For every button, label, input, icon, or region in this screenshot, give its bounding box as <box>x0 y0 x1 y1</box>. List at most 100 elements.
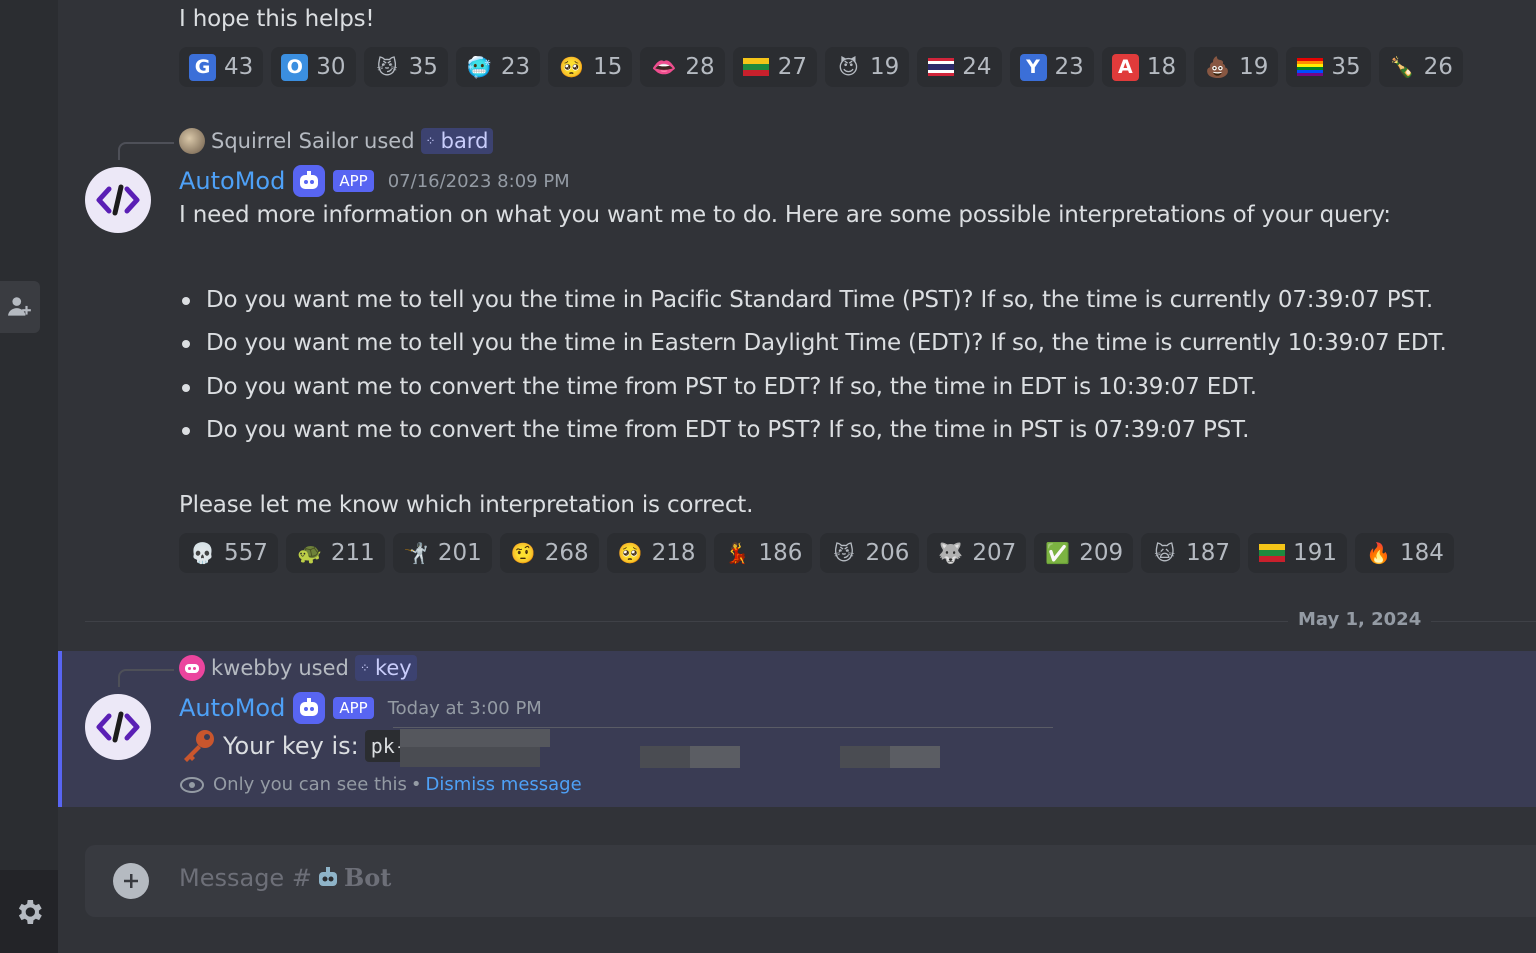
redacted-key-block <box>400 747 540 767</box>
reaction-button[interactable]: Y 23 <box>1009 47 1094 87</box>
reaction-count: 43 <box>224 54 254 80</box>
reaction-count: 218 <box>651 540 696 566</box>
reaction-emoji-icon: 🥺 <box>617 541 643 565</box>
reaction-emoji-icon: G <box>189 53 216 81</box>
reaction-button[interactable]: 😈 19 <box>824 47 910 87</box>
reaction-button[interactable]: 27 <box>732 47 817 87</box>
reaction-button[interactable]: 🙀 187 <box>1141 533 1241 573</box>
dismiss-message-link[interactable]: Dismiss message <box>426 774 582 795</box>
reaction-emoji-icon <box>1258 540 1285 567</box>
app-badge: APP <box>333 170 374 192</box>
code-brackets-icon <box>96 711 140 743</box>
reaction-emoji-icon: 🙀 <box>1154 541 1176 565</box>
reaction-count: 26 <box>1423 54 1453 80</box>
list-item: Do you want me to tell you the time in P… <box>179 280 1447 323</box>
slash-command-chip[interactable]: ⁘ bard <box>420 128 494 154</box>
reaction-button[interactable]: 👄 28 <box>640 47 725 87</box>
message-input[interactable] <box>177 859 1477 903</box>
reaction-emoji-icon: 😼 <box>833 541 855 565</box>
bot-icon <box>293 692 326 724</box>
reply-connector <box>118 669 174 687</box>
author-name[interactable]: AutoMod <box>179 167 285 195</box>
reaction-button[interactable]: 💀 557 <box>179 533 278 573</box>
chat-area: I hope this helps! G 43 O 30 😼 35 🥶 23 🥺 15 👄 28 27 😈… <box>58 0 1536 953</box>
reaction-count: 15 <box>593 54 623 80</box>
reaction-emoji-icon: 🐢 <box>296 541 322 565</box>
reaction-button[interactable]: O 30 <box>271 47 356 87</box>
reaction-button[interactable]: 😼 206 <box>820 533 920 573</box>
reaction-count: 19 <box>869 54 900 80</box>
reply-username[interactable]: Squirrel Sailor <box>211 129 358 153</box>
reaction-bar-top: G 43 O 30 😼 35 🥶 23 🥺 15 👄 28 27 😈 19 24 Y 23 A 18 💩 19 35 🍾 26 <box>179 47 1463 87</box>
message-text: I hope this helps! <box>179 6 375 32</box>
reply-used-label: used <box>298 656 349 680</box>
reaction-count: 557 <box>224 540 268 566</box>
app-badge: APP <box>333 697 374 719</box>
reaction-button[interactable]: 🥺 15 <box>548 47 633 87</box>
reaction-button[interactable]: 24 <box>917 47 1002 87</box>
reaction-button[interactable]: A 18 <box>1101 47 1187 87</box>
reply-user-avatar <box>179 128 205 154</box>
automod-avatar[interactable] <box>85 167 151 233</box>
reaction-button[interactable]: 💩 19 <box>1194 47 1279 87</box>
reaction-emoji-icon: 🤨 <box>510 541 536 565</box>
reaction-button[interactable]: 🥶 23 <box>455 47 541 87</box>
message-timestamp[interactable]: 07/16/2023 8:09 PM <box>388 171 570 192</box>
reaction-button[interactable]: 🤨 268 <box>499 533 599 573</box>
list-item: Do you want me to convert the time from … <box>179 367 1447 410</box>
reaction-button[interactable]: 💃 186 <box>713 533 813 573</box>
message-timestamp[interactable]: Today at 3:00 PM <box>388 698 542 719</box>
reaction-button[interactable]: 191 <box>1248 533 1347 573</box>
reaction-button[interactable]: 😼 35 <box>363 47 448 87</box>
reaction-count: 27 <box>777 54 807 80</box>
list-item: Do you want me to convert the time from … <box>179 410 1447 453</box>
reaction-count: 23 <box>500 54 531 80</box>
reaction-emoji-icon: 🍾 <box>1389 55 1415 79</box>
reaction-count: 30 <box>316 54 346 80</box>
date-divider-label: May 1, 2024 <box>1288 609 1432 630</box>
author-name[interactable]: AutoMod <box>179 694 285 722</box>
reaction-button[interactable]: 35 <box>1286 47 1371 87</box>
reaction-emoji-icon: 🔥 <box>1366 541 1391 565</box>
reaction-count: 19 <box>1239 54 1269 80</box>
reply-user-avatar <box>179 655 205 681</box>
reaction-count: 187 <box>1186 540 1231 566</box>
automod-avatar[interactable] <box>85 694 151 760</box>
add-friend-button[interactable] <box>0 281 40 333</box>
reaction-button[interactable]: 🐺 207 <box>927 533 1027 573</box>
reaction-count: 211 <box>330 540 375 566</box>
reaction-button[interactable]: 🥺 218 <box>606 533 706 573</box>
reply-context[interactable]: Squirrel Sailor used ⁘ bard <box>179 128 494 154</box>
reaction-count: 201 <box>437 540 482 566</box>
interpretation-list: Do you want me to tell you the time in P… <box>179 280 1447 453</box>
eye-icon <box>180 776 204 793</box>
reaction-button[interactable]: 🍾 26 <box>1378 47 1463 87</box>
reply-username[interactable]: kwebby <box>211 656 292 680</box>
reaction-count: 35 <box>408 54 438 80</box>
message-intro: I need more information on what you want… <box>179 202 1391 228</box>
reaction-emoji-icon: 😼 <box>376 55 398 79</box>
key-icon <box>184 730 214 762</box>
reply-connector <box>118 142 174 160</box>
settings-button[interactable] <box>0 870 58 953</box>
reaction-button[interactable]: ✅ 209 <box>1034 533 1134 573</box>
reaction-button[interactable]: G 43 <box>179 47 264 87</box>
slash-command-chip[interactable]: ⁘ key <box>354 655 417 681</box>
reaction-count: 28 <box>685 54 715 80</box>
reply-context[interactable]: kwebby used ⁘ key <box>179 655 417 681</box>
bot-icon <box>293 165 326 197</box>
reaction-button[interactable]: 🔥 184 <box>1354 533 1454 573</box>
attach-button[interactable] <box>113 863 149 899</box>
reaction-emoji-icon <box>1296 54 1323 81</box>
gear-icon <box>18 899 42 924</box>
ephemeral-text: Only you can see this <box>213 774 407 795</box>
command-name: bard <box>440 129 489 153</box>
reaction-count: 23 <box>1054 54 1084 80</box>
reaction-emoji-icon: 🐺 <box>938 541 964 565</box>
reaction-bar-bottom: 💀 557 🐢 211 🤺 201 🤨 268 🥺 218 💃 186 😼 206 🐺 207 ✅ 209 🙀 187… <box>179 533 1454 573</box>
reaction-emoji-icon <box>927 54 954 81</box>
code-brackets-icon <box>96 184 140 216</box>
reaction-button[interactable]: 🤺 201 <box>392 533 492 573</box>
reaction-count: 186 <box>758 540 803 566</box>
reaction-button[interactable]: 🐢 211 <box>285 533 385 573</box>
